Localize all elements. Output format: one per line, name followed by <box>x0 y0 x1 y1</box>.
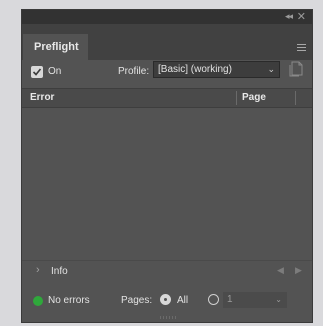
tab-preflight[interactable]: Preflight <box>23 34 88 60</box>
close-panel-icon[interactable]: ✕ <box>297 10 306 23</box>
collapse-panel-icon[interactable]: ◂◂ <box>285 11 293 22</box>
profile-label: Profile: <box>118 66 150 77</box>
previous-icon[interactable]: ◀ <box>277 265 284 276</box>
status-ok-icon <box>33 296 43 306</box>
define-profiles-icon[interactable] <box>289 61 303 77</box>
panel-menu-icon[interactable] <box>297 44 306 53</box>
chevron-right-icon[interactable]: › <box>36 264 40 276</box>
preflight-toggle-row: On Profile: [Basic] (working) ⌄ <box>22 60 312 88</box>
status-label[interactable]: No errors <box>48 295 90 306</box>
checkmark-icon <box>32 68 42 76</box>
pages-range-radio[interactable] <box>208 294 219 305</box>
on-label: On <box>48 66 62 77</box>
error-table-header: Error Page <box>22 88 312 108</box>
preflight-panel: ◂◂ ✕ Preflight On Profile: [Basic] (work… <box>21 9 313 323</box>
pages-range-input[interactable]: 1 ⌄ <box>223 292 287 308</box>
pages-range-value: 1 <box>227 294 233 305</box>
tab-bar: Preflight <box>22 24 312 60</box>
profile-value: [Basic] (working) <box>158 64 232 75</box>
pages-all-label[interactable]: All <box>177 295 188 306</box>
column-divider[interactable] <box>236 91 237 105</box>
column-header-page[interactable]: Page <box>242 92 266 103</box>
next-icon[interactable]: ▶ <box>295 265 302 276</box>
on-checkbox[interactable] <box>31 66 43 78</box>
panel-title-bar: ◂◂ ✕ <box>22 10 312 24</box>
info-section: › Info ◀ ▶ <box>22 260 312 283</box>
column-header-error[interactable]: Error <box>30 92 54 103</box>
pages-all-radio[interactable] <box>160 294 171 305</box>
column-divider[interactable] <box>295 91 296 105</box>
resize-grip[interactable] <box>160 316 176 319</box>
chevron-down-icon: ⌄ <box>267 64 275 74</box>
status-bar: No errors Pages: All 1 ⌄ <box>22 289 312 313</box>
info-toggle[interactable]: Info <box>51 266 68 277</box>
chevron-down-icon: ⌄ <box>275 295 282 304</box>
profile-select[interactable]: [Basic] (working) ⌄ <box>153 61 280 78</box>
pages-label: Pages: <box>121 295 153 306</box>
error-list[interactable] <box>22 108 312 260</box>
